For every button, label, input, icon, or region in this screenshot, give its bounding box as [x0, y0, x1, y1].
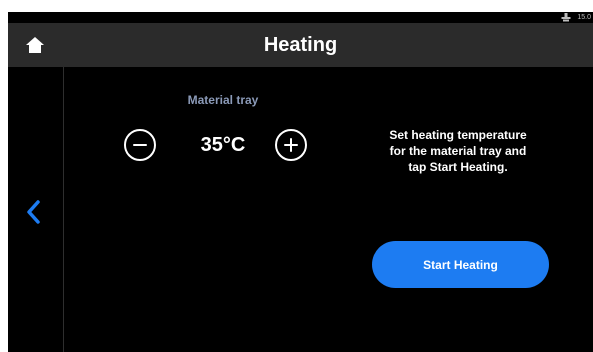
increase-temperature-button[interactable] — [275, 129, 307, 161]
decrease-temperature-button[interactable] — [124, 129, 156, 161]
printer-screen: 15.0 Heating Material tray 35°C Set heat… — [8, 12, 593, 352]
back-button[interactable] — [21, 195, 47, 229]
instruction-line: for the material tray and — [389, 144, 527, 158]
home-button[interactable] — [22, 32, 48, 58]
instruction-line: Set heating temperature — [389, 128, 527, 142]
status-bar: 15.0 — [8, 12, 593, 23]
minus-icon — [133, 144, 147, 146]
title-bar: Heating — [8, 23, 593, 67]
left-rail — [8, 67, 64, 352]
instruction-line: tap Start Heating. — [408, 160, 508, 174]
status-value: 15.0 — [577, 14, 591, 21]
chevron-left-icon — [27, 200, 40, 224]
start-heating-button[interactable]: Start Heating — [372, 241, 549, 288]
plus-icon — [284, 138, 298, 152]
stage-icon — [561, 13, 571, 22]
material-tray-label: Material tray — [187, 93, 259, 107]
instruction-text: Set heating temperature for the material… — [363, 127, 553, 175]
page-title: Heating — [263, 34, 338, 56]
temperature-value: 35°C — [200, 134, 246, 156]
home-icon — [26, 37, 44, 53]
